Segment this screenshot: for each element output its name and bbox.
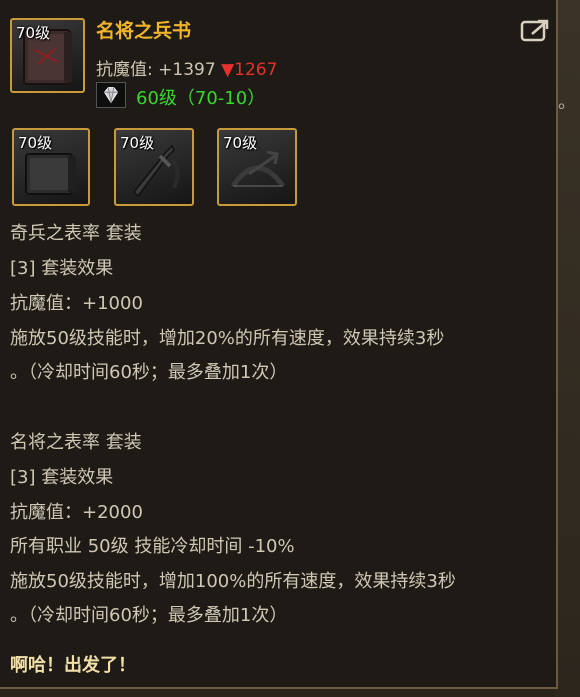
set-skill-effect-1: 施放50级技能时，增加20%的所有速度，效果持续3秒 (10, 328, 445, 349)
set-stat-1: 抗魔值：+1000 (10, 293, 143, 314)
set-stat-2: 抗魔值：+2000 (10, 502, 143, 523)
item-icon-slot[interactable]: 70级 (10, 18, 85, 93)
stat-down-value: 1267 (234, 60, 278, 80)
flavor-text: 啊哈！出发了！ (10, 655, 136, 676)
item-level-badge: 70级 (16, 24, 51, 42)
set-cooldown-1: 。（冷却时间60秒；最多叠加1次） (10, 362, 288, 383)
set-item-slot-bow[interactable]: 70级 (217, 128, 297, 206)
set-name-1: 奇兵之表率 套装 (10, 223, 142, 244)
set-effect-header-2: [3] 套装效果 (10, 467, 114, 488)
stat-label: 抗魔值: (96, 60, 153, 80)
stat-line: 抗魔值: +1397 ▼1267 (96, 55, 277, 80)
item-tooltip: 70级 名将之兵书 抗魔值: +1397 ▼1267 60级（70-10） 70… (0, 0, 558, 689)
share-icon[interactable] (520, 18, 550, 42)
set-cooldown-reduction-2: 所有职业 50级 技能冷却时间 -10% (10, 536, 295, 557)
set-skill-effect-2: 施放50级技能时，增加100%的所有速度，效果持续3秒 (10, 571, 456, 592)
stat-up-value: +1397 (158, 60, 216, 80)
set-item-level: 70级 (18, 134, 53, 152)
stat-down-arrow: ▼ (221, 60, 235, 80)
set-item-level: 70级 (120, 134, 155, 152)
set-effect-header-1: [3] 套装效果 (10, 258, 114, 279)
set-item-slot-dagger[interactable]: 70级 (114, 128, 194, 206)
set-item-slot-book[interactable]: 70级 (12, 128, 90, 206)
set-name-2: 名将之表率 套装 (10, 432, 142, 453)
set-item-level: 70级 (223, 134, 258, 152)
set-cooldown-2: 。（冷却时间60秒；最多叠加1次） (10, 605, 288, 626)
diamond-icon (96, 82, 126, 108)
gem-level-text: 60级（70-10） (136, 88, 266, 109)
item-name: 名将之兵书 (96, 20, 192, 42)
